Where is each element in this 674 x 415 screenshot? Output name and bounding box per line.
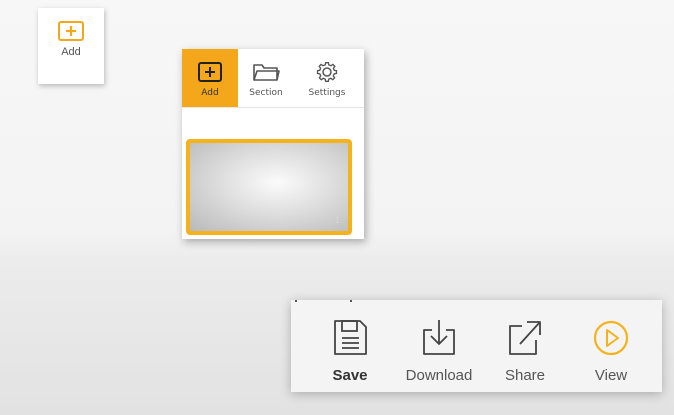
save-icon [334, 320, 367, 355]
view-button[interactable]: View [588, 300, 634, 384]
action-bar: Save Download Share View [291, 300, 662, 392]
play-circle-icon [593, 320, 629, 356]
slide-number: 1 [334, 215, 340, 225]
share-icon [509, 321, 541, 355]
folder-icon [253, 64, 280, 81]
tool-add-button[interactable]: Add [182, 49, 238, 107]
bar-tick-marks [295, 300, 355, 304]
tool-settings-label: Settings [308, 88, 346, 98]
share-button[interactable]: Share [500, 300, 550, 384]
add-card-button[interactable]: Add [38, 8, 104, 84]
slide-thumbnail[interactable]: 1 [186, 139, 352, 235]
save-button[interactable]: Save [328, 300, 372, 384]
plus-box-icon [58, 21, 84, 41]
tool-add-label: Add [201, 88, 219, 98]
share-label: Share [504, 367, 546, 384]
add-card-label: Add [61, 46, 81, 58]
save-label: Save [332, 367, 368, 384]
download-label: Download [405, 367, 473, 384]
download-icon [423, 320, 455, 355]
view-label: View [594, 367, 628, 384]
download-button[interactable]: Download [400, 300, 478, 384]
panel-toolbar: Add Section Settings [182, 49, 364, 108]
gear-icon [316, 61, 338, 83]
tool-settings-button[interactable]: Settings [294, 49, 360, 107]
tool-section-label: Section [249, 88, 283, 98]
tool-section-button[interactable]: Section [238, 49, 294, 107]
slides-panel: Add Section Settings 1 [182, 49, 364, 239]
plus-box-icon [198, 62, 222, 82]
